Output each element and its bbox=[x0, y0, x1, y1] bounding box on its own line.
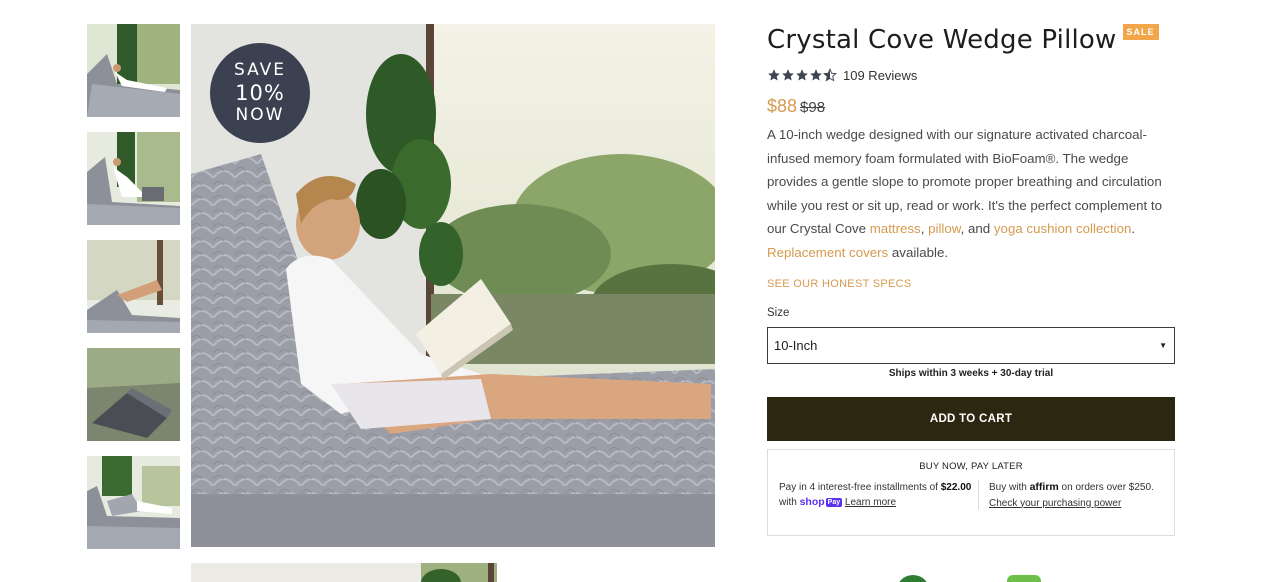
add-to-cart-button[interactable]: ADD TO CART bbox=[767, 397, 1175, 441]
description-sep: . bbox=[1131, 221, 1136, 236]
replacement-covers-link[interactable]: Replacement covers bbox=[767, 245, 888, 260]
star-icon bbox=[796, 69, 808, 81]
save-badge: SAVE 10% NOW bbox=[210, 43, 310, 143]
shop-pay-text: with bbox=[779, 497, 800, 508]
sale-badge: SALE bbox=[1122, 24, 1159, 40]
star-half-icon bbox=[823, 68, 837, 82]
shop-pay-brand: shop bbox=[799, 496, 825, 508]
thumbnail-5[interactable] bbox=[87, 456, 180, 549]
badge-icon-2 bbox=[1007, 575, 1041, 582]
chevron-down-icon: ▼ bbox=[1159, 341, 1167, 350]
thumbnail-4[interactable] bbox=[87, 348, 180, 441]
size-select[interactable]: 10-Inch ▼ bbox=[767, 327, 1175, 364]
star-rating bbox=[767, 68, 837, 82]
size-selected-value: 10-Inch bbox=[774, 338, 818, 353]
shipping-note: Ships within 3 weeks + 30-day trial bbox=[888, 368, 1054, 379]
shop-pay-installments: Pay in 4 interest-free installments of $… bbox=[779, 480, 975, 510]
save-badge-line2: 10% bbox=[235, 81, 285, 105]
affirm-text: Buy with bbox=[989, 482, 1030, 493]
product-info: Crystal Cove Wedge Pillow SALE 109 Revie… bbox=[767, 22, 1175, 536]
thumbnail-2[interactable] bbox=[87, 132, 180, 225]
mattress-link[interactable]: mattress bbox=[870, 221, 921, 236]
rating[interactable]: 109 Reviews bbox=[767, 67, 1175, 83]
save-badge-line1: SAVE bbox=[233, 60, 287, 80]
pillow-link[interactable]: pillow bbox=[928, 221, 961, 236]
bnpl-divider bbox=[978, 480, 979, 510]
description-text: A 10-inch wedge designed with our signat… bbox=[767, 127, 1162, 236]
shop-pay-logo: shop Pay bbox=[800, 495, 843, 510]
description-text: available. bbox=[888, 244, 949, 260]
bnpl-box: BUY NOW, PAY LATER Pay in 4 interest-fre… bbox=[767, 449, 1175, 536]
badge-icon-1 bbox=[896, 575, 930, 582]
learn-more-link[interactable]: Learn more bbox=[845, 497, 896, 508]
thumbnail-list bbox=[87, 24, 180, 564]
sale-price: $88 bbox=[767, 96, 798, 116]
honest-specs-link[interactable]: SEE OUR HONEST SPECS bbox=[767, 278, 1175, 290]
shop-pay-pay: Pay bbox=[825, 498, 843, 507]
affirm-text: on orders over $250. bbox=[1058, 482, 1154, 493]
price-row: $88 $98 bbox=[767, 96, 1175, 117]
shop-pay-text: Pay in 4 interest-free installments of bbox=[779, 482, 941, 493]
size-label: Size bbox=[767, 307, 790, 319]
thumbnail-1[interactable] bbox=[87, 24, 180, 117]
product-title: Crystal Cove Wedge Pillow bbox=[767, 25, 1117, 55]
thumbnail-3[interactable] bbox=[87, 240, 180, 333]
next-gallery-image[interactable] bbox=[191, 563, 497, 582]
description-sep: , and bbox=[960, 221, 994, 236]
affirm-financing: Buy with affirm on orders over $250. Chec… bbox=[989, 480, 1169, 511]
product-description: A 10-inch wedge designed with our signat… bbox=[767, 123, 1175, 264]
save-badge-line3: NOW bbox=[235, 105, 285, 125]
star-icon bbox=[782, 69, 794, 81]
star-icon bbox=[768, 69, 780, 81]
check-purchasing-power-link[interactable]: Check your purchasing power bbox=[989, 498, 1121, 509]
reviews-link[interactable]: 109 Reviews bbox=[843, 68, 917, 83]
yoga-cushion-link[interactable]: yoga cushion collection bbox=[994, 221, 1132, 236]
star-icon bbox=[810, 69, 822, 81]
main-product-image[interactable]: SAVE 10% NOW bbox=[191, 24, 715, 547]
description-sep: , bbox=[920, 221, 929, 236]
bnpl-title: BUY NOW, PAY LATER bbox=[919, 461, 1023, 472]
installment-amount: $22.00 bbox=[940, 482, 972, 493]
compare-price: $98 bbox=[800, 99, 826, 116]
affirm-logo: affirm bbox=[1029, 481, 1059, 493]
